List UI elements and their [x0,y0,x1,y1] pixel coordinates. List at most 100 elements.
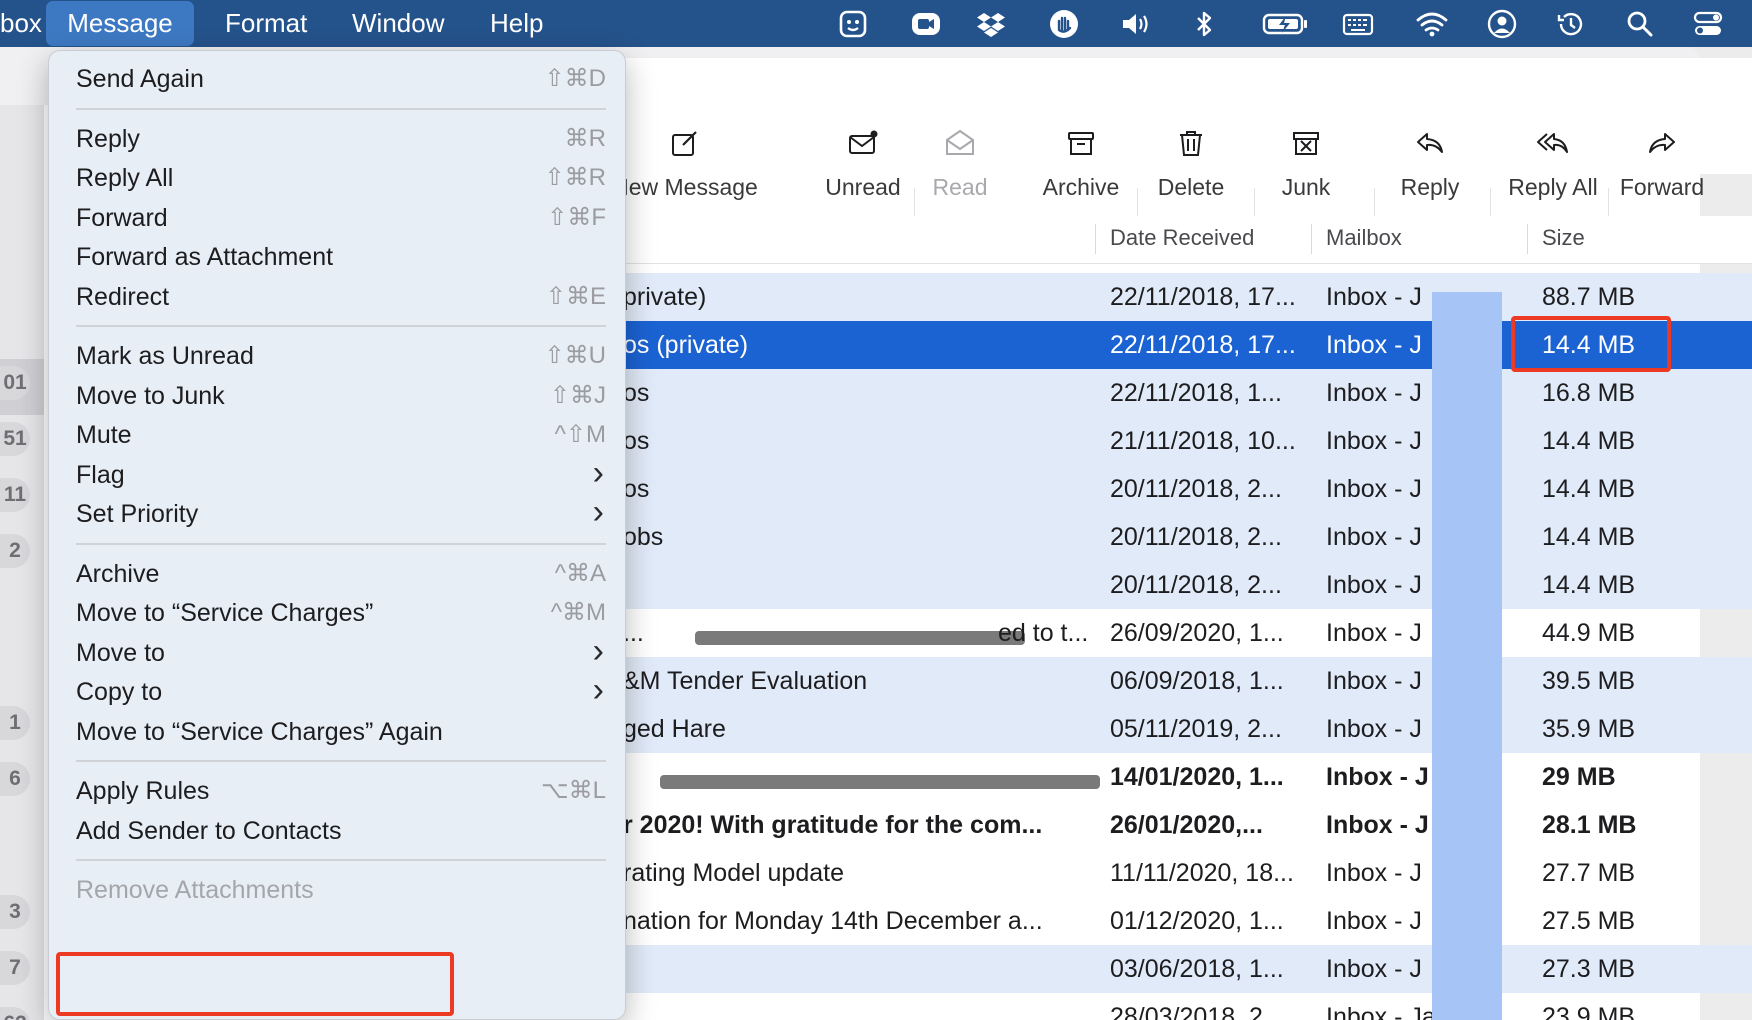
reply-label: Reply [1400,174,1460,200]
menu-item-move-to-junk[interactable]: Move to Junk ⇧⌘J [76,376,606,416]
column-mailbox[interactable]: Mailbox [1326,216,1402,264]
sidebar-unread-count: 11 [0,478,30,512]
menu-item-move-to[interactable]: Move to › [76,633,606,673]
hand-icon[interactable] [1046,6,1082,41]
delete-button[interactable]: Delete [1145,58,1237,200]
keyboard-icon[interactable] [1340,6,1376,41]
message-row[interactable]: 03/06/2018, 1... Inbox - J 27.3 MB [600,945,1752,993]
message-size: 88.7 MB [1542,283,1636,311]
menu-item-label: Remove Attachments [76,876,314,904]
message-row[interactable]: r 2020! With gratitude for the com... 26/… [600,801,1752,849]
message-date: 20/11/2018, 2... [1110,523,1282,551]
message-row[interactable]: nation for Monday 14th December a... 01/1… [600,897,1752,945]
menubar-item-window[interactable]: Window [352,0,444,47]
menu-item-flag[interactable]: Flag › [76,455,606,495]
menu-item-mute[interactable]: Mute ^⇧M [76,415,606,455]
message-mailbox: Inbox - J [1326,379,1422,407]
message-size: 23.9 MB [1542,1003,1636,1020]
menu-item-shortcut: ⇧⌘U [544,342,606,369]
message-row[interactable]: ... ed to t... 26/09/2020, 1... Inbox - J 44… [600,609,1752,657]
column-separator [1527,224,1528,254]
message-row[interactable]: obs 20/11/2018, 2... Inbox - J 14.4 MB [600,513,1752,561]
message-size: 14.4 MB [1542,475,1636,503]
message-date: 14/01/2020, 1... [1110,763,1284,791]
volume-icon[interactable] [1117,6,1153,41]
chevron-right-icon: › [592,493,604,531]
message-size: 35.9 MB [1542,715,1636,743]
message-size: 27.7 MB [1542,859,1636,887]
message-mailbox: Inbox - J [1326,571,1422,599]
envelope-open-icon [922,126,998,162]
message-row[interactable]: ged Hare 05/11/2019, 2... Inbox - J 35.9 MB [600,705,1752,753]
message-row[interactable]: 14/01/2020, 1... Inbox - J 29 MB [600,753,1752,801]
junk-icon [1262,126,1350,162]
user-icon[interactable] [1484,6,1520,41]
control-center-icon[interactable] [1690,6,1726,41]
junk-button[interactable]: Junk [1262,58,1350,200]
menu-item-redirect[interactable]: Redirect ⇧⌘E [76,277,606,317]
read-button[interactable]: Read [922,58,998,200]
message-row[interactable]: private) 22/11/2018, 17... Inbox - J 88.7 M… [600,273,1752,321]
zoom-camera-icon[interactable] [908,6,944,41]
message-mailbox: Inbox - J [1326,427,1422,455]
message-row[interactable]: 28/03/2018, 2... Inbox - Jane 23.9 MB [600,993,1752,1020]
menu-item-label: Forward as Attachment [76,243,334,271]
wifi-icon[interactable] [1414,6,1450,41]
message-row[interactable]: os 20/11/2018, 2... Inbox - J 14.4 MB [600,465,1752,513]
menu-item-shortcut: ⇧⌘E [545,282,606,310]
menu-item-reply[interactable]: Reply ⌘R [76,119,606,159]
message-date: 11/11/2020, 18... [1110,859,1294,887]
menu-item-mark-as-unread[interactable]: Mark as Unread ⇧⌘U [76,336,606,376]
message-row[interactable]: os 21/11/2018, 10... Inbox - J 14.4 MB [600,417,1752,465]
unread-button[interactable]: Unread [815,58,911,200]
menu-item-forward[interactable]: Forward ⇧⌘F [76,198,606,238]
battery-charging-icon[interactable] [1260,6,1312,41]
dropbox-icon[interactable] [973,6,1009,41]
time-machine-icon[interactable] [1553,6,1589,41]
bluetooth-icon[interactable] [1186,6,1222,41]
message-mailbox: Inbox - J [1326,619,1422,647]
menu-item-label: Move to [76,638,165,667]
sidebar-unread-count: 6 [0,762,30,796]
menu-item-apply-rules[interactable]: Apply Rules ⌥⌘L [76,771,606,811]
menu-item-send-again[interactable]: Send Again ⇧⌘D [76,59,606,99]
menu-item-forward-as-attachment[interactable]: Forward as Attachment [76,237,606,277]
message-subject: os (private) [623,331,749,359]
message-row[interactable]: &M Tender Evaluation 06/09/2018, 1... Inbo… [600,657,1752,705]
menu-item-archive[interactable]: Archive ^⌘A [76,554,606,594]
message-mailbox: Inbox - J [1326,859,1422,887]
forward-button[interactable]: Forward [1614,58,1710,200]
message-row[interactable]: os 22/11/2018, 1... Inbox - J 16.8 MB [600,369,1752,417]
column-date-received[interactable]: Date Received [1110,216,1254,264]
menubar-item-format[interactable]: Format [225,0,307,47]
archive-button[interactable]: Archive [1028,58,1134,200]
menu-item-shortcut: ^⌘A [554,559,606,587]
menu-item-label: Move to “Service Charges” [76,599,374,627]
column-size[interactable]: Size [1542,216,1585,264]
menubar-item-message[interactable]: Message [46,1,194,46]
search-icon[interactable] [1622,6,1658,41]
message-mailbox: Inbox - J [1326,715,1422,743]
message-row[interactable]: 20/11/2018, 2... Inbox - J 14.4 MB [600,561,1752,609]
menu-item-move-to-service-charges-again[interactable]: Move to “Service Charges” Again [76,712,606,752]
menu-item-copy-to[interactable]: Copy to › [76,672,606,712]
message-subject [623,945,1063,993]
message-date: 28/03/2018, 2... [1110,1003,1284,1020]
menubar-app-fragment[interactable]: box [0,0,42,47]
menubar-item-help[interactable]: Help [490,0,543,47]
menu-item-label: Mute [76,421,132,449]
menu-item-add-sender-to-contacts[interactable]: Add Sender to Contacts [76,811,606,851]
junk-label: Junk [1281,174,1331,200]
menu-separator [76,325,606,327]
mail-toolbar: New Message Unread Read Archive Delete J… [600,58,1752,224]
reply-all-button[interactable]: Reply All [1498,58,1608,200]
finder-face-icon[interactable] [835,6,871,41]
message-mailbox: Inbox - J [1326,283,1422,311]
message-row[interactable]: rating Model update 11/11/2020, 18... Inbo… [600,849,1752,897]
menu-item-label: Send Again [76,65,204,93]
message-mailbox: Inbox - J [1326,331,1422,359]
reply-button[interactable]: Reply [1382,58,1478,200]
menu-item-set-priority[interactable]: Set Priority › [76,494,606,534]
menu-item-reply-all[interactable]: Reply All ⇧⌘R [76,158,606,198]
menu-item-move-to-service-charges[interactable]: Move to “Service Charges” ^⌘M [76,593,606,633]
